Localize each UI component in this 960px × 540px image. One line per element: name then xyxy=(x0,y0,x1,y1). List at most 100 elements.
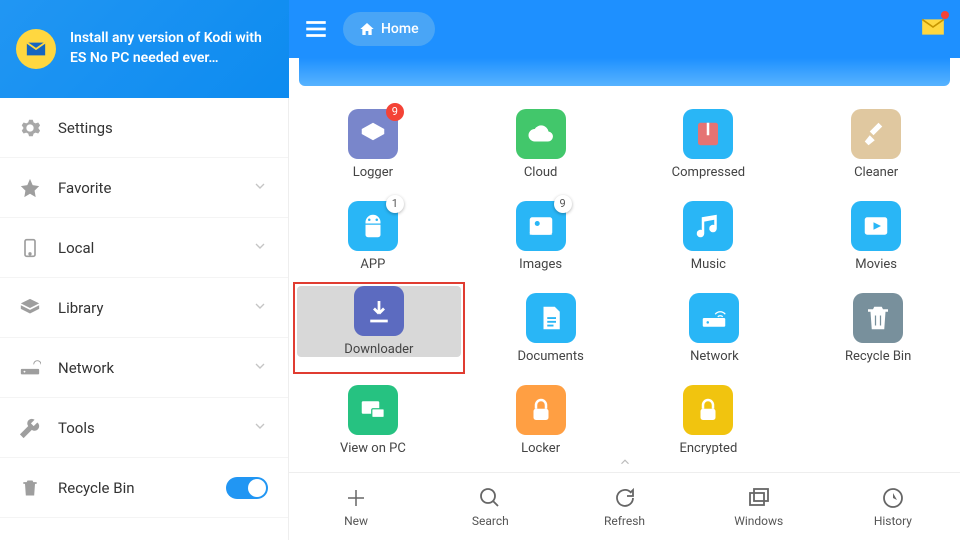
grid-item-images[interactable]: 9 Images xyxy=(457,190,625,282)
layers-icon xyxy=(18,296,42,320)
grid-item-label: Downloader xyxy=(344,342,413,357)
grid-item-locker[interactable]: Locker xyxy=(457,374,625,454)
grid-item-label: Recycle Bin xyxy=(845,349,911,364)
sidebar-item-settings[interactable]: Settings xyxy=(0,98,288,158)
trash-icon xyxy=(853,293,903,343)
promo-text: Install any version of Kodi with ES No P… xyxy=(70,29,273,68)
windows-icon xyxy=(747,486,771,510)
grid-item-label: Locker xyxy=(521,441,560,455)
sidebar-item-local[interactable]: Local xyxy=(0,218,288,278)
layers-icon: 9 xyxy=(348,109,398,159)
chevron-down-icon xyxy=(252,418,268,438)
router-icon xyxy=(689,293,739,343)
grid-item-label: Network xyxy=(690,349,739,364)
sidebar-list: Settings Favorite Local Library Network … xyxy=(0,98,289,540)
plus-icon xyxy=(344,486,368,510)
grid-item-documents[interactable]: Documents xyxy=(469,282,633,374)
zip-icon xyxy=(683,109,733,159)
grid-item-label: Encrypted xyxy=(679,441,737,455)
router-icon xyxy=(18,356,42,380)
recyclebin-toggle[interactable] xyxy=(226,477,268,499)
pc-icon xyxy=(348,385,398,435)
bottombar-label: Refresh xyxy=(604,514,645,528)
chevron-down-icon xyxy=(252,298,268,318)
bottombar-label: New xyxy=(344,514,368,528)
chevron-down-icon xyxy=(252,358,268,378)
bottombar-label: Search xyxy=(472,514,509,528)
menu-icon[interactable] xyxy=(303,16,329,42)
grid-item-cloud[interactable]: Cloud xyxy=(457,98,625,190)
bottombar-search[interactable]: Search xyxy=(423,473,557,540)
grid-item-view-on-pc[interactable]: View on PC xyxy=(289,374,457,454)
bottombar-label: History xyxy=(874,514,912,528)
sidebar-item-label: Recycle Bin xyxy=(58,479,226,497)
doc-icon xyxy=(526,293,576,343)
grid-item-label: Cleaner xyxy=(854,165,898,180)
music-icon xyxy=(683,201,733,251)
bottombar-history[interactable]: History xyxy=(826,473,960,540)
gear-icon xyxy=(18,116,42,140)
grid-item-label: Images xyxy=(519,257,562,272)
bottombar-windows[interactable]: Windows xyxy=(692,473,826,540)
grid-item-recycle-bin[interactable]: Recycle Bin xyxy=(796,282,960,374)
download-icon xyxy=(354,286,404,336)
grid-item-label: Logger xyxy=(353,165,393,180)
grid-item-downloader[interactable]: Downloader xyxy=(297,286,461,357)
grid-item-label: Documents xyxy=(517,349,583,364)
home-grid: 9 Logger Cloud Compressed Cleaner 1 APP 9 Images… xyxy=(289,86,960,454)
sidebar-item-label: Settings xyxy=(58,119,268,137)
movie-icon xyxy=(851,201,901,251)
collapse-chevron[interactable] xyxy=(289,454,960,472)
chevron-down-icon xyxy=(252,238,268,258)
mail-icon xyxy=(16,29,56,69)
main-pane: Home 9 Logger Cloud Compressed Cleaner 1 APP 9 I… xyxy=(289,0,960,540)
grid-item-label: APP xyxy=(360,257,385,272)
phone-icon xyxy=(18,236,42,260)
wrench-icon xyxy=(18,416,42,440)
clock-icon xyxy=(881,486,905,510)
broom-icon xyxy=(851,109,901,159)
lock-icon xyxy=(516,385,566,435)
refresh-icon xyxy=(613,486,637,510)
sidebar-item-network[interactable]: Network xyxy=(0,338,288,398)
grid-item-label: Compressed xyxy=(672,165,745,180)
image-icon: 9 xyxy=(516,201,566,251)
sidebar-item-library[interactable]: Library xyxy=(0,278,288,338)
grid-item-label: View on PC xyxy=(340,441,406,455)
bottombar-refresh[interactable]: Refresh xyxy=(557,473,691,540)
sidebar-item-favorite[interactable]: Favorite xyxy=(0,158,288,218)
grid-item-encrypted[interactable]: Encrypted xyxy=(625,374,793,454)
sidebar-item-recyclebin[interactable]: Recycle Bin xyxy=(0,458,288,518)
badge: 1 xyxy=(386,195,404,213)
grid-item-app[interactable]: 1 APP xyxy=(289,190,457,282)
badge: 9 xyxy=(554,195,572,213)
sidebar: Install any version of Kodi with ES No P… xyxy=(0,0,289,540)
breadcrumb-home[interactable]: Home xyxy=(343,12,435,46)
grid-item-logger[interactable]: 9 Logger xyxy=(289,98,457,190)
grid-item-music[interactable]: Music xyxy=(625,190,793,282)
sidebar-item-label: Library xyxy=(58,299,252,317)
grid-item-network[interactable]: Network xyxy=(633,282,797,374)
header-band xyxy=(299,58,950,86)
cloud-icon xyxy=(516,109,566,159)
notifications-icon[interactable] xyxy=(920,14,946,44)
search-icon xyxy=(478,486,502,510)
chevron-down-icon xyxy=(252,178,268,198)
sidebar-item-label: Network xyxy=(58,359,252,377)
grid-item-label: Movies xyxy=(855,257,897,272)
lock2-icon xyxy=(683,385,733,435)
promo-banner[interactable]: Install any version of Kodi with ES No P… xyxy=(0,0,289,98)
trash-icon xyxy=(18,476,42,500)
home-icon xyxy=(359,21,375,37)
notification-dot xyxy=(941,11,949,19)
sidebar-item-tools[interactable]: Tools xyxy=(0,398,288,458)
grid-item-movies[interactable]: Movies xyxy=(792,190,960,282)
grid-item-compressed[interactable]: Compressed xyxy=(625,98,793,190)
grid-item-cleaner[interactable]: Cleaner xyxy=(792,98,960,190)
topbar: Home xyxy=(289,0,960,58)
android-icon: 1 xyxy=(348,201,398,251)
bottom-bar: New Search Refresh Windows History xyxy=(289,472,960,540)
sidebar-item-label: Tools xyxy=(58,419,252,437)
bottombar-label: Windows xyxy=(734,514,783,528)
bottombar-new[interactable]: New xyxy=(289,473,423,540)
